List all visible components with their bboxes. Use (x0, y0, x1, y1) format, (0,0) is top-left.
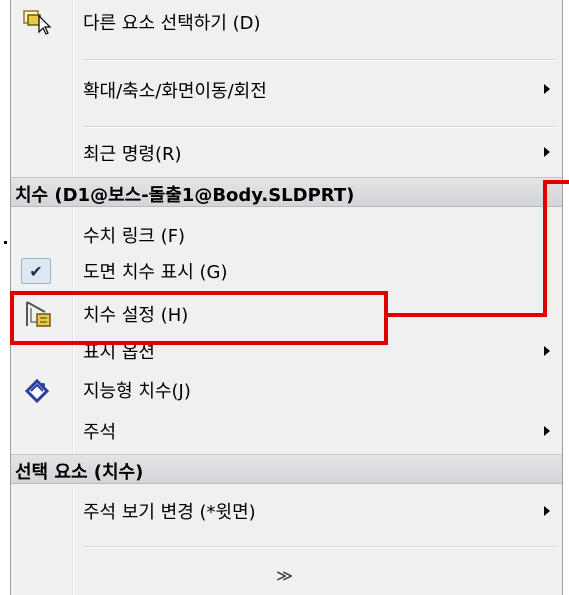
separator (83, 126, 558, 128)
menu-item-show-drawing-dimension[interactable]: ✔ 도면 치수 표시 (G) (11, 252, 562, 290)
highlight-box (10, 291, 388, 345)
menu-item-label: 주석 (83, 422, 117, 443)
menu-item-recent-commands[interactable]: 최근 명령(R) (11, 133, 562, 171)
callout-line (543, 180, 547, 317)
separator (83, 546, 558, 548)
menu-item-change-annotation-view[interactable]: 주석 보기 변경 (*윗면) (11, 492, 562, 530)
submenu-arrow-icon (544, 147, 550, 157)
submenu-arrow-icon (544, 506, 550, 516)
callout-line (543, 180, 569, 184)
submenu-arrow-icon (544, 426, 550, 436)
smart-dimension-icon (19, 376, 59, 406)
section-header-label: 선택 요소 (치수) (15, 462, 144, 483)
menu-item-label: 수치 링크 (F) (83, 226, 186, 247)
submenu-arrow-icon (544, 346, 550, 356)
select-other-icon (19, 6, 59, 36)
separator (83, 59, 558, 61)
stray-mark (4, 241, 7, 244)
menu-item-select-other[interactable]: 다른 요소 선택하기 (D) (11, 2, 562, 40)
section-header-label: 치수 (D1@보스-돌출1@Body.SLDPRT) (15, 185, 355, 206)
section-header-dimension: 치수 (D1@보스-돌출1@Body.SLDPRT) (11, 177, 562, 207)
menu-item-label: 최근 명령(R) (83, 144, 182, 165)
expand-menu-icon[interactable]: ≫ (276, 566, 293, 585)
menu-item-zoom-pan-rotate[interactable]: 확대/축소/화면이동/회전 (11, 70, 562, 108)
menu-item-label: 다른 요소 선택하기 (D) (83, 13, 261, 34)
menu-item-label: 주석 보기 변경 (*윗면) (83, 502, 256, 523)
menu-item-annotations[interactable]: 주석 (11, 413, 562, 451)
menu-item-smart-dimension[interactable]: 지능형 치수(J) (11, 373, 562, 411)
menu-item-label: 지능형 치수(J) (83, 381, 191, 402)
section-header-selected-items: 선택 요소 (치수) (11, 454, 562, 484)
menu-item-label: 확대/축소/화면이동/회전 (83, 81, 267, 102)
menu-item-link-values[interactable]: 수치 링크 (F) (11, 216, 562, 254)
callout-line (386, 313, 547, 317)
menu-item-label: 도면 치수 표시 (G) (83, 262, 228, 283)
submenu-arrow-icon (544, 84, 550, 94)
checkmark-icon: ✔ (21, 258, 51, 284)
